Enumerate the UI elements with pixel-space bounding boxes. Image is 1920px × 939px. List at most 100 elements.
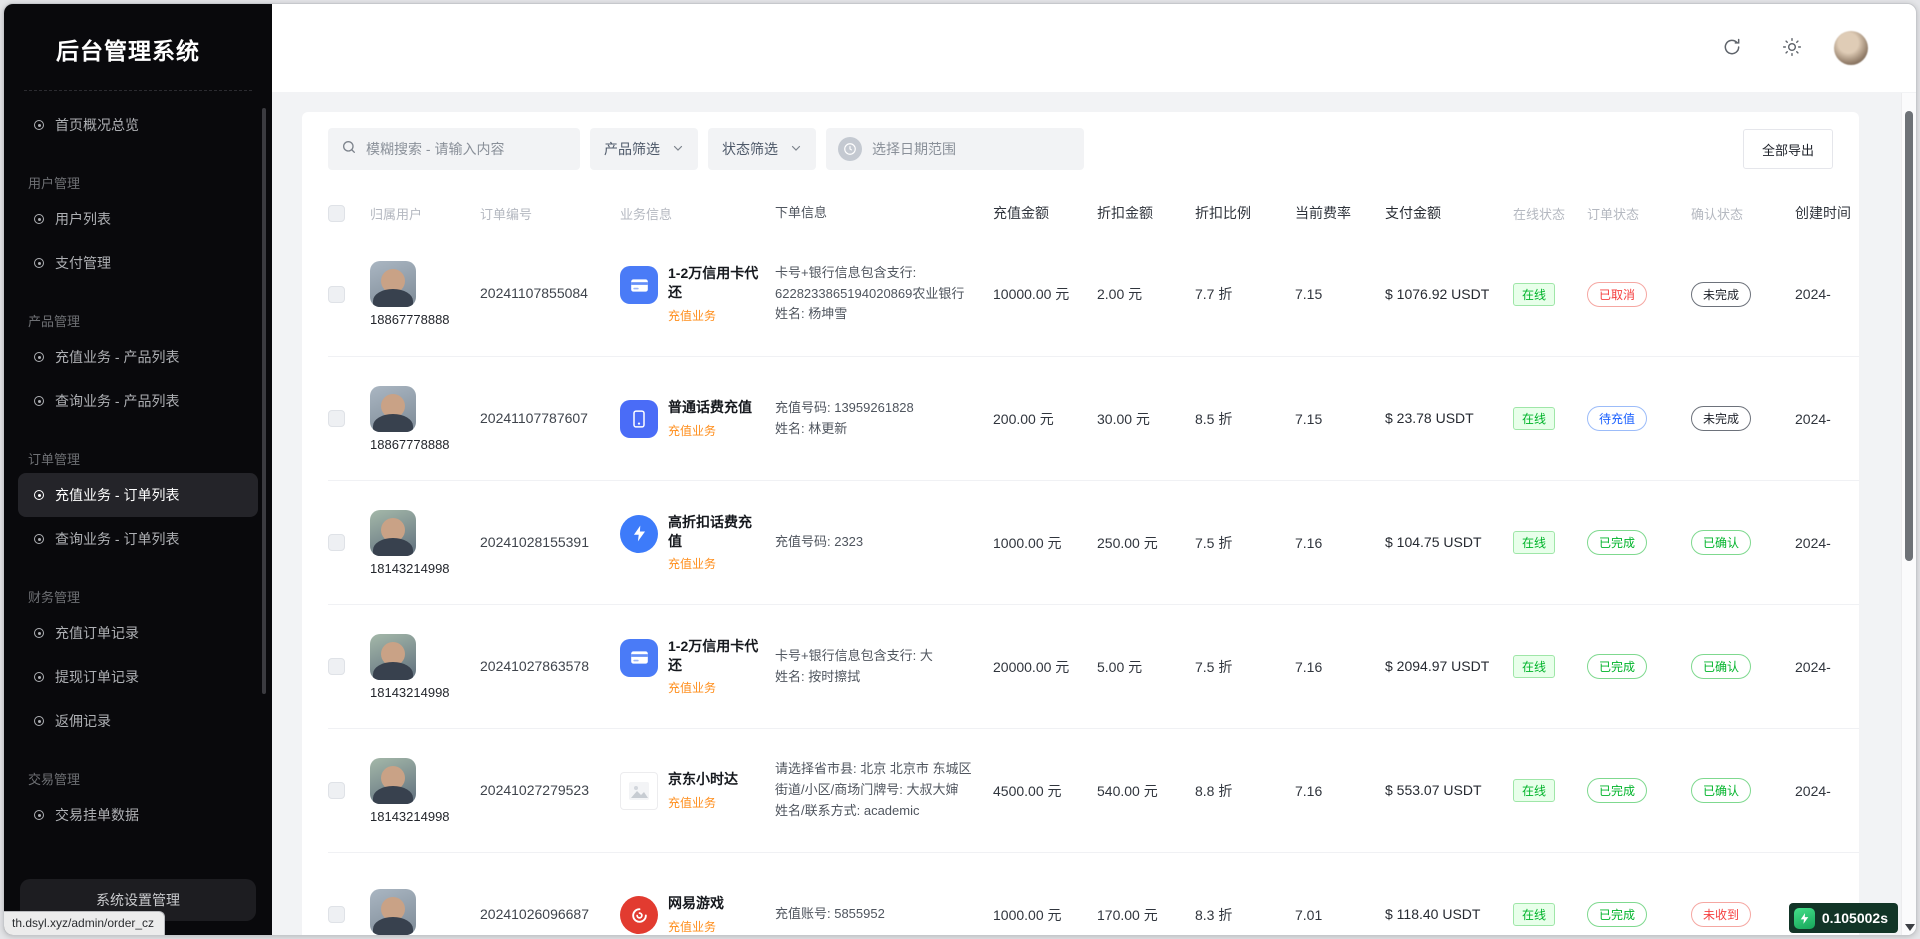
sidebar-item-trade-pending-data[interactable]: 交易挂单数据 [18,793,258,837]
sidebar-item-rebate-records[interactable]: 返佣记录 [18,699,258,743]
app-title: 后台管理系统 [4,4,272,66]
search-input[interactable] [366,141,567,157]
sidebar-item-recharge-orders[interactable]: 充值业务 - 订单列表 [18,473,258,517]
order-number: 20241028155391 [480,534,589,550]
credit-card-icon [620,266,658,304]
sidebar-item-label: 用户列表 [55,209,111,229]
sidebar-section-label: 用户管理 [28,167,258,197]
sidebar-section-label: 产品管理 [28,305,258,335]
product-name: 1-2万信用卡代还 [668,637,759,675]
row-checkbox[interactable] [328,906,345,923]
sun-icon [1782,37,1802,60]
page-load-timer: 0.105002s [1789,903,1898,933]
user-phone: 18143214998 [370,561,464,576]
sidebar-item-label: 提现订单记录 [55,667,139,687]
circle-icon [34,534,44,544]
circle-icon [34,628,44,638]
sidebar-item-label: 交易挂单数据 [55,805,139,825]
phone-icon [620,400,658,438]
order-status-badge: 已完成 [1587,778,1647,803]
row-checkbox[interactable] [328,658,345,675]
business-type-tag: 充值业务 [668,307,759,324]
user-phone: 18867778888 [370,437,464,452]
circle-icon [34,810,44,820]
order-number: 20241026096687 [480,906,589,922]
column-header: 充值金额 [993,203,1097,223]
export-all-button[interactable]: 全部导出 [1743,129,1833,169]
sidebar-item-payment-manage[interactable]: 支付管理 [18,241,258,285]
order-number: 20241107855084 [480,285,588,301]
sidebar-item-query-orders[interactable]: 查询业务 - 订单列表 [18,517,258,561]
sidebar: 后台管理系统 首页概况总览 用户管理 用户列表 支付管理 产品管理 充值业务 -… [4,4,272,935]
recharge-amount: 20000.00 元 [993,657,1097,677]
sidebar-item-user-list[interactable]: 用户列表 [18,197,258,241]
confirm-status-badge: 已确认 [1691,778,1751,803]
select-all-checkbox[interactable] [328,205,345,222]
app-window: 后台管理系统 首页概况总览 用户管理 用户列表 支付管理 产品管理 充值业务 -… [3,3,1917,936]
sidebar-item-query-products[interactable]: 查询业务 - 产品列表 [18,379,258,423]
sidebar-item-recharge-products[interactable]: 充值业务 - 产品列表 [18,335,258,379]
online-status-badge: 在线 [1513,407,1555,430]
chevron-down-icon [672,141,684,157]
order-number: 20241027863578 [480,658,589,674]
column-header: 归属用户 [370,204,480,223]
refresh-button[interactable] [1714,30,1750,66]
column-header: 下单信息 [775,203,993,224]
page-scrollbar[interactable] [1901,93,1916,935]
recharge-amount: 1000.00 元 [993,533,1097,553]
product-filter-select[interactable]: 产品筛选 [590,128,698,170]
order-info: 充值账号: 5855952 [775,904,993,925]
search-box [328,128,580,170]
row-checkbox[interactable] [328,534,345,551]
user-phone: 18143214998 [370,809,464,824]
sidebar-nav: 首页概况总览 用户管理 用户列表 支付管理 产品管理 充值业务 - 产品列表 查… [4,91,272,837]
link-preview: th.dsyl.xyz/admin/order_cz [4,911,165,935]
sidebar-scrollbar[interactable] [262,108,266,694]
sidebar-item-label: 充值订单记录 [55,623,139,643]
pay-amount: $ 1076.92 USDT [1385,284,1513,304]
table-row: 20241026096687 网易游戏 充值业务 充值账号: 5855952 1… [328,852,1859,935]
theme-toggle-button[interactable] [1774,30,1810,66]
order-status-badge: 已完成 [1587,654,1647,679]
user-avatar[interactable] [1834,31,1868,65]
speed-bolt-icon [1794,908,1815,929]
discount-amount: 250.00 元 [1097,533,1195,553]
order-info: 卡号+银行信息包含支行: 大姓名: 按时擦拭 [775,646,993,688]
order-status-badge: 已取消 [1587,282,1647,307]
current-rate: 7.01 [1295,907,1385,923]
sidebar-section-label: 订单管理 [28,443,258,473]
table-row: 18143214998 20241027279523 京东小时达 充值业务 请选… [328,728,1859,852]
sidebar-item-withdraw-records[interactable]: 提现订单记录 [18,655,258,699]
current-rate: 7.16 [1295,535,1385,551]
product-name: 高折扣话费充值 [668,513,759,551]
recharge-amount: 200.00 元 [993,409,1097,429]
row-checkbox[interactable] [328,782,345,799]
status-filter-select[interactable]: 状态筛选 [708,128,816,170]
scrollbar-thumb[interactable] [1905,111,1913,561]
current-rate: 7.16 [1295,783,1385,799]
business-type-tag: 充值业务 [668,794,738,811]
sidebar-item-recharge-records[interactable]: 充值订单记录 [18,611,258,655]
sidebar-item-dashboard[interactable]: 首页概况总览 [18,103,258,147]
sidebar-item-label: 充值业务 - 订单列表 [55,485,179,505]
date-range-picker[interactable]: 选择日期范围 [826,128,1084,170]
row-checkbox[interactable] [328,286,345,303]
circle-icon [34,214,44,224]
column-header: 业务信息 [620,204,775,223]
credit-card-icon [620,639,658,677]
topbar [272,4,1916,92]
pay-amount: $ 118.40 USDT [1385,904,1513,924]
image-icon [620,772,658,810]
order-status-badge: 已完成 [1587,902,1647,927]
created-time: 2024- [1795,659,1859,675]
row-checkbox[interactable] [328,410,345,427]
load-time-value: 0.105002s [1822,910,1888,926]
column-header: 折扣比例 [1195,203,1295,223]
user-avatar-photo [370,634,416,680]
order-number: 20241027279523 [480,782,589,798]
chevron-down-icon [790,141,802,157]
date-range-placeholder: 选择日期范围 [872,139,956,159]
scroll-down-arrow[interactable] [1905,924,1915,931]
order-status-badge: 已完成 [1587,530,1647,555]
recharge-amount: 1000.00 元 [993,905,1097,925]
